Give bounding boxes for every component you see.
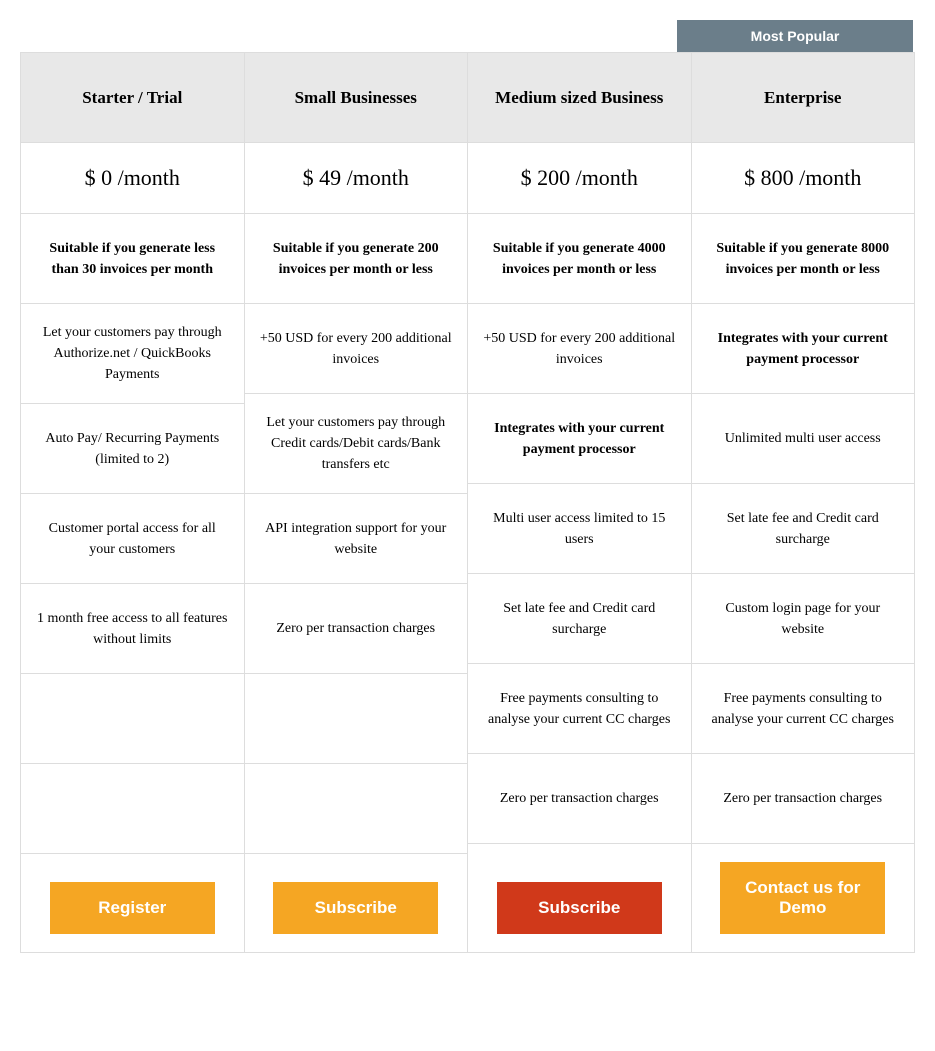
contact-button[interactable]: Contact us for Demo <box>720 862 885 934</box>
plan-feature-medium-3: Multi user access limited to 15 users <box>468 484 691 574</box>
plan-col-small: Small Businesses $ 49 /month Suitable if… <box>245 53 469 952</box>
register-button[interactable]: Register <box>50 882 215 934</box>
plan-header-medium: Medium sized Business <box>468 53 691 143</box>
plan-header-small: Small Businesses <box>245 53 468 143</box>
plan-cta-medium: Subscribe <box>468 864 691 952</box>
plan-feature-small-1: +50 USD for every 200 additional invoice… <box>245 304 468 394</box>
plan-price-small: $ 49 /month <box>245 143 468 214</box>
plan-price-medium: $ 200 /month <box>468 143 691 214</box>
plan-price-starter: $ 0 /month <box>21 143 244 214</box>
plan-feature-medium-6: Zero per transaction charges <box>468 754 691 844</box>
subscribe-medium-button[interactable]: Subscribe <box>497 882 662 934</box>
plan-feature-small-6 <box>245 764 468 854</box>
plan-feature-medium-4: Set late fee and Credit card surcharge <box>468 574 691 664</box>
plan-feature-medium-1: +50 USD for every 200 additional invoice… <box>468 304 691 394</box>
plan-price-enterprise: $ 800 /month <box>692 143 915 214</box>
plan-col-starter: Starter / Trial $ 0 /month Suitable if y… <box>21 53 245 952</box>
plan-feature-enterprise-4: Custom login page for your website <box>692 574 915 664</box>
plan-feature-enterprise-1: Integrates with your current payment pro… <box>692 304 915 394</box>
plan-feature-starter-1: Let your customers pay through Authorize… <box>21 304 244 404</box>
pricing-wrapper: Most Popular Starter / Trial $ 0 /month … <box>20 20 915 953</box>
plan-feature-small-0: Suitable if you generate 200 invoices pe… <box>245 214 468 304</box>
plan-feature-starter-0: Suitable if you generate less than 30 in… <box>21 214 244 304</box>
plan-feature-enterprise-5: Free payments consulting to analyse your… <box>692 664 915 754</box>
plan-cta-enterprise: Contact us for Demo <box>692 844 915 952</box>
plan-feature-medium-0: Suitable if you generate 4000 invoices p… <box>468 214 691 304</box>
plan-feature-enterprise-3: Set late fee and Credit card surcharge <box>692 484 915 574</box>
plan-feature-medium-5: Free payments consulting to analyse your… <box>468 664 691 754</box>
most-popular-tag: Most Popular <box>677 20 913 52</box>
plan-feature-starter-4: 1 month free access to all features with… <box>21 584 244 674</box>
plan-feature-medium-2: Integrates with your current payment pro… <box>468 394 691 484</box>
plan-feature-small-2: Let your customers pay through Credit ca… <box>245 394 468 494</box>
plan-header-enterprise: Enterprise <box>692 53 915 143</box>
plan-feature-enterprise-2: Unlimited multi user access <box>692 394 915 484</box>
plan-feature-starter-5 <box>21 674 244 764</box>
plan-header-starter: Starter / Trial <box>21 53 244 143</box>
plan-feature-enterprise-0: Suitable if you generate 8000 invoices p… <box>692 214 915 304</box>
plan-feature-small-4: Zero per transaction charges <box>245 584 468 674</box>
pricing-table: Starter / Trial $ 0 /month Suitable if y… <box>20 52 915 953</box>
plan-feature-starter-2: Auto Pay/ Recurring Payments (limited to… <box>21 404 244 494</box>
plan-cta-small: Subscribe <box>245 864 468 952</box>
plan-feature-small-3: API integration support for your website <box>245 494 468 584</box>
plan-col-enterprise: Enterprise $ 800 /month Suitable if you … <box>692 53 915 952</box>
plan-feature-starter-6 <box>21 764 244 854</box>
plan-col-medium: Medium sized Business $ 200 /month Suita… <box>468 53 692 952</box>
subscribe-small-button[interactable]: Subscribe <box>273 882 438 934</box>
most-popular-banner: Most Popular <box>20 20 915 52</box>
plan-cta-starter: Register <box>21 864 244 952</box>
plan-feature-small-5 <box>245 674 468 764</box>
plan-feature-starter-3: Customer portal access for all your cust… <box>21 494 244 584</box>
plan-feature-enterprise-6: Zero per transaction charges <box>692 754 915 844</box>
